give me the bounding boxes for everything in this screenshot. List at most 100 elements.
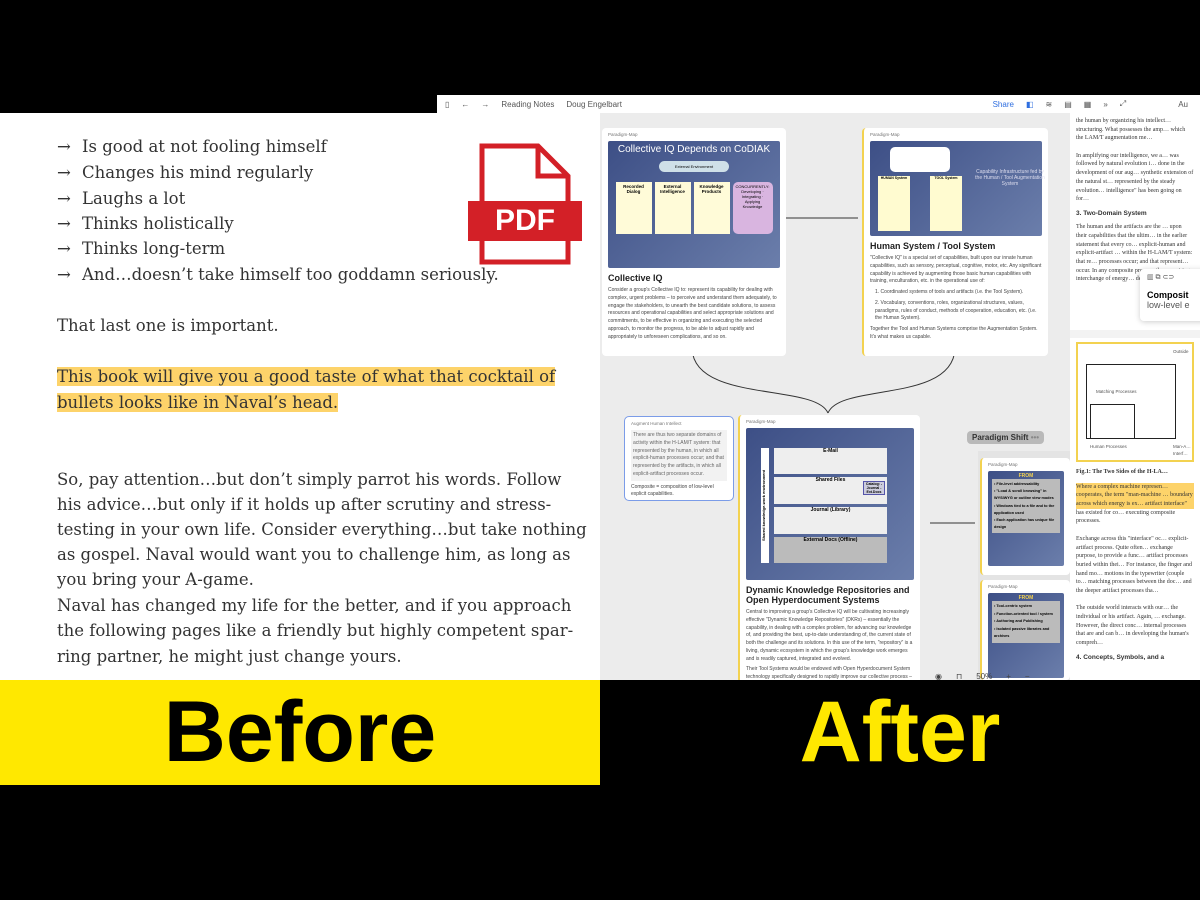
diagram-label: External Intelligence [654, 182, 691, 234]
diagram-label: E-Mail [774, 448, 887, 474]
diagram-title: Collective IQ Depends on CoDIAK [617, 144, 771, 155]
card-tag: Paradigm-Map [746, 419, 776, 424]
expand-icon[interactable]: ⤢ [1120, 99, 1126, 109]
doc-page: Outside Matching Processes Human Process… [1070, 338, 1200, 680]
figure-label: Human Processes [1090, 444, 1127, 449]
diagram-label: Catalog: -Journal -Ext.Docs [863, 481, 885, 495]
card-body: Central to improving a group's Collectiv… [746, 609, 913, 662]
highlight-text: bullets looks like in Naval’s head. [57, 393, 339, 412]
bullet-item: → Laughs a lot [57, 189, 185, 208]
diagram-caption: Capability Infrastructure fed by the Hum… [975, 169, 1045, 187]
augmentation-diagram: HUMAN System TOOL System Capability Infr… [870, 141, 1045, 236]
card-collective-iq[interactable]: Paradigm-Map Collective IQ Depends on Co… [602, 128, 786, 356]
diagram-label: HUMAN System [878, 176, 910, 231]
diagram-label: CONCURRENTLY: Developing · Integrating ·… [732, 182, 773, 234]
slide-item: • Isolated passive libraries and archive… [994, 626, 1050, 639]
arrow-right-icon: → [57, 265, 71, 284]
quote: There are thus two separate domains of a… [631, 430, 727, 481]
doc-paragraph: Where a complex machine represen… cooper… [1076, 482, 1194, 527]
card-footer: Together the Tool and Human Systems comp… [870, 326, 1038, 340]
diagram-label: Journal (Library) [774, 507, 887, 534]
card-title: Collective IQ [608, 273, 663, 283]
arrow-right-icon: → [57, 189, 71, 208]
diagram-label: External Docs (Offline) [774, 537, 887, 563]
paragraph-line: his advice…but only if it holds up after… [57, 495, 552, 514]
selection-popup[interactable]: ▥ ⧉ ⊂⊃ Composit low-level e [1140, 269, 1200, 321]
card-body: "Collective IQ" is a special set of capa… [870, 255, 1042, 285]
slide-item: • File-level addressability [994, 482, 1040, 486]
card-augment-note[interactable]: Augment Human Intellect There are thus t… [624, 416, 734, 501]
doc-heading: 3. Two-Domain System [1076, 209, 1147, 217]
doc-paragraph: The outside world interacts with our… th… [1076, 605, 1189, 647]
popup-title: Composit [1147, 290, 1189, 300]
diagram-label: Recorded Dialog [615, 182, 652, 234]
card-body: Their Tool Systems would be endowed with… [746, 666, 912, 680]
group-title: Paradigm Shift [972, 433, 1029, 442]
bullet-item: → Is good at not fooling himself [57, 137, 327, 156]
collapse-icon[interactable]: » [1103, 100, 1107, 109]
card-tag: Paradigm-Map [988, 584, 1018, 589]
bullet-text: Is good at not fooling himself [82, 137, 327, 156]
bullet-text: And…doesn’t take himself too goddamn ser… [82, 265, 499, 284]
more-icon[interactable]: ••• [1031, 433, 1039, 442]
bullet-text: Changes his mind regularly [82, 163, 314, 182]
diagram-label: External Environment [659, 161, 729, 172]
list-item: 2. Vocabulary, conventions, roles, organ… [875, 299, 1037, 322]
paragraph-line: ring partner, he might just change yours… [57, 647, 402, 666]
forward-icon[interactable]: → [481, 100, 489, 109]
highlight-text: This book will give you a good taste of … [57, 367, 556, 386]
from-slide: FROM • Tool-centric system • Function-or… [988, 593, 1064, 678]
card-human-tool-system[interactable]: Paradigm-Map HUMAN System TOOL System Ca… [862, 128, 1048, 356]
app-toolbar: ▯ ← → Reading Notes Doug Engelbart Share… [437, 95, 1200, 113]
card-paradigm-from-1[interactable]: Paradigm-Map FROM • File-level addressab… [980, 458, 1070, 575]
card-tag: Paradigm-Map [870, 132, 900, 137]
grid-icon[interactable]: ▦ [1084, 100, 1092, 109]
group-label-paradigm-shift[interactable]: Paradigm Shift ••• [967, 431, 1045, 444]
back-icon[interactable]: ← [461, 100, 469, 109]
share-button[interactable]: Share [993, 100, 1014, 109]
paragraph: That last one is important. [57, 316, 279, 335]
slide-item: • Each application has unique file desig… [994, 518, 1055, 530]
note: Composite = composition of low-level exp… [631, 483, 714, 498]
pdf-file-icon: PDF [468, 143, 583, 265]
codiak-diagram: Collective IQ Depends on CoDIAK External… [608, 141, 780, 268]
bullet-item: → And…doesn’t take himself too goddamn se… [57, 265, 499, 284]
diagram-label: Shared knowledge-work environment [761, 448, 769, 563]
before-label: Before [0, 680, 600, 785]
card-dkr[interactable]: Paradigm-Map Shared knowledge-work envir… [738, 415, 920, 680]
sidebar-toggle-icon[interactable]: ▯ [445, 100, 449, 109]
doc-paragraph: the human by organizing his intellect… s… [1076, 118, 1186, 142]
arrow-right-icon: → [57, 214, 71, 233]
paragraph-line: as gospel. Naval would want you to chall… [57, 545, 571, 564]
list-item: 1. Coordinated systems of tools and arti… [875, 289, 1024, 295]
layout-icon[interactable]: ◧ [1026, 100, 1034, 109]
whiteboard-canvas[interactable]: Paradigm-Map Collective IQ Depends on Co… [600, 113, 1070, 680]
breadcrumb-item[interactable]: Doug Engelbart [566, 100, 622, 109]
dkr-diagram: Shared knowledge-work environment E-Mail… [746, 428, 914, 580]
slide-item: • "Load & scroll browsing" in WYSIWYG or… [994, 489, 1054, 501]
paragraph-line: you bring your A-game. [57, 570, 254, 589]
document-panel[interactable]: the human by organizing his intellect… s… [1070, 113, 1200, 680]
calendar-icon[interactable]: ▤ [1064, 100, 1072, 109]
paragraph-line: testing in your own life. Consider every… [57, 520, 587, 539]
bullet-text: Thinks long-term [82, 239, 226, 258]
popup-text: low-level e [1147, 300, 1190, 310]
bullet-item: → Thinks holistically [57, 214, 234, 233]
layers-icon[interactable]: ≋ [1046, 100, 1053, 109]
card-paradigm-from-2[interactable]: Paradigm-Map FROM • Tool-centric system … [980, 580, 1070, 680]
slide-item: • Windows tied to a file and to the appl… [994, 503, 1055, 515]
figure-label: Outside [1173, 349, 1189, 354]
highlighted-line: This book will give you a good taste of … [57, 367, 556, 386]
bullet-item: → Thinks long-term [57, 239, 225, 258]
pdf-label: PDF [495, 204, 555, 237]
paragraph-line: Naval has changed my life for the better… [57, 596, 572, 615]
arrow-right-icon: → [57, 239, 71, 258]
bullet-text: Laughs a lot [82, 189, 186, 208]
after-label: After [600, 680, 1200, 785]
card-body: Consider a group's Collective IQ to: rep… [608, 287, 777, 340]
slide-item: • Tool-centric system [994, 604, 1032, 608]
doc-paragraph: Exchange across this "interface" oc… exp… [1076, 535, 1192, 594]
breadcrumb-item[interactable]: Reading Notes [501, 100, 554, 109]
doc-heading: 4. Concepts, Symbols, and a [1076, 653, 1165, 661]
figure: Outside Matching Processes Human Process… [1076, 342, 1194, 462]
